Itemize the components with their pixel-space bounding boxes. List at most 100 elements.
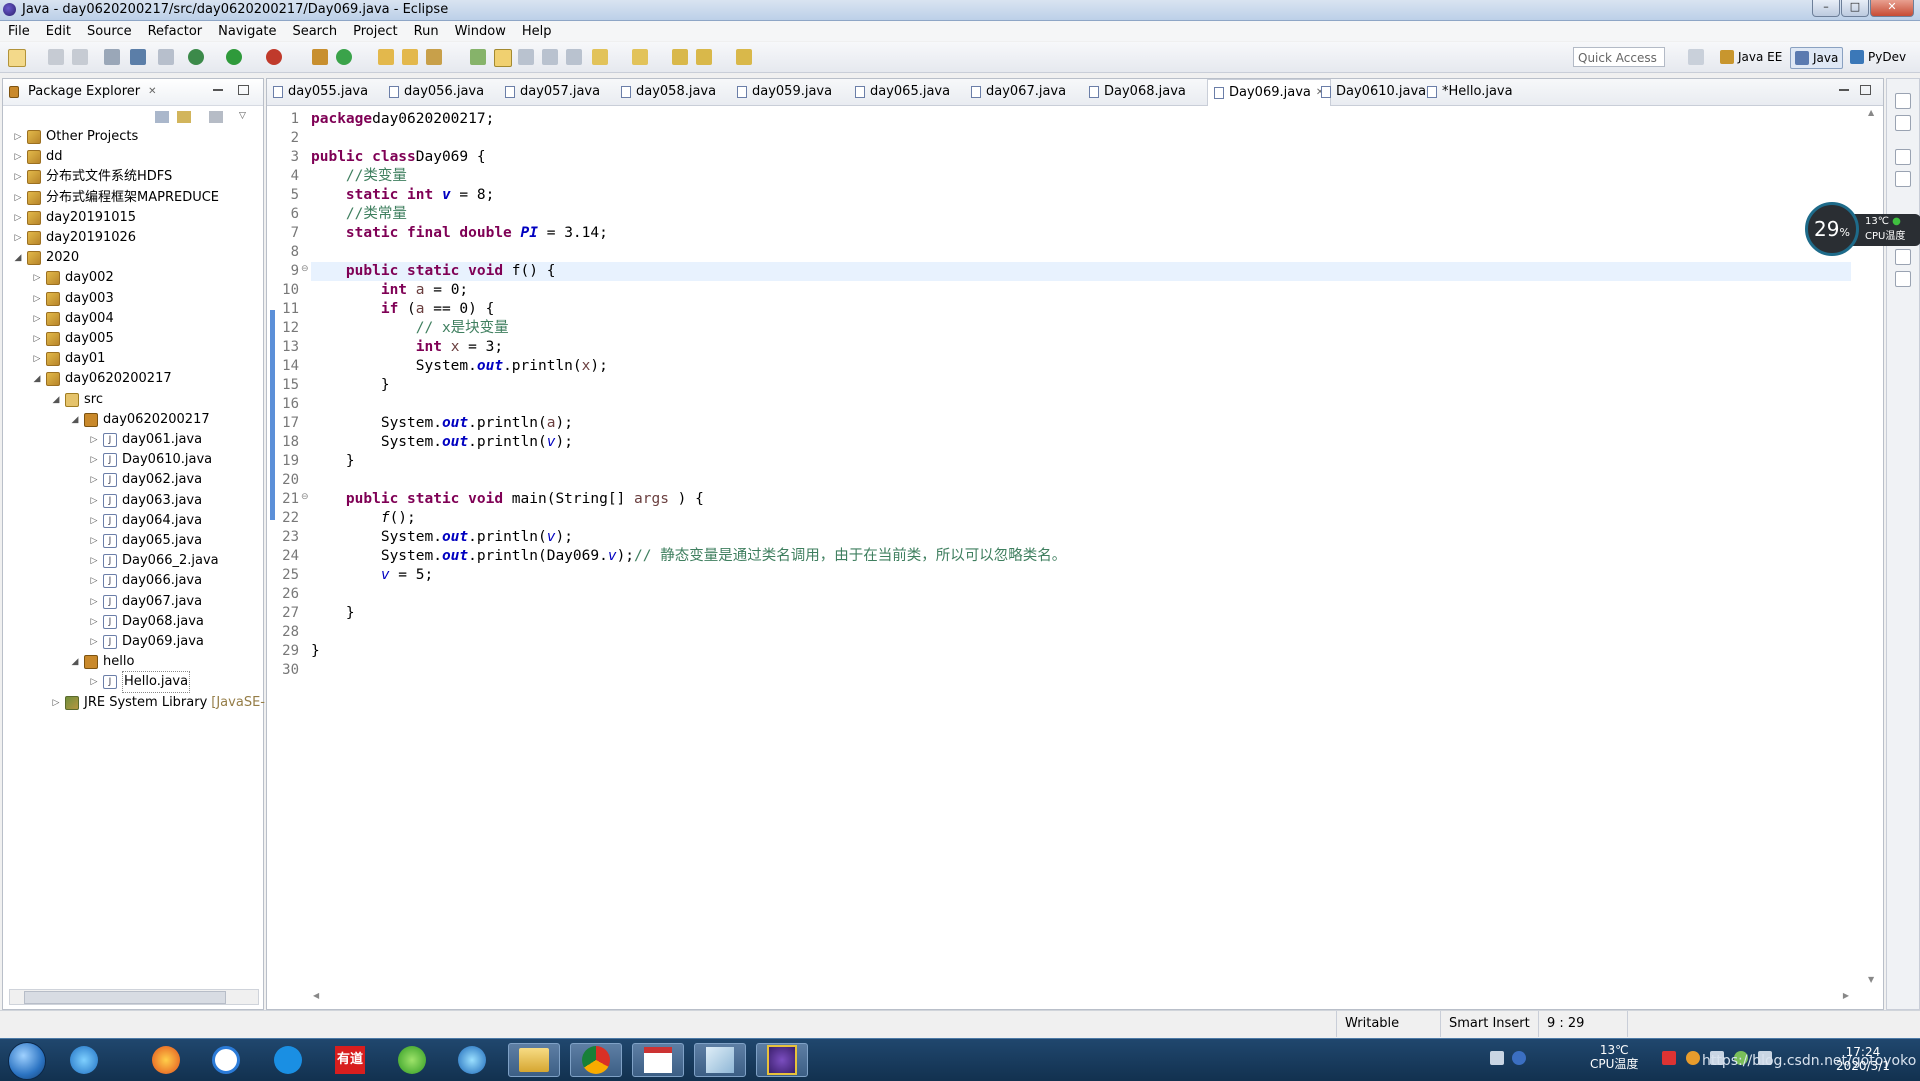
tree-item[interactable]: ▷ 分布式编程框架MAPREDUCE xyxy=(13,188,219,208)
word-wrap-icon[interactable] xyxy=(518,49,534,65)
tree-expand-icon[interactable]: ▷ xyxy=(32,329,42,349)
tree-expand-icon[interactable]: ▷ xyxy=(13,147,23,167)
close-tab-icon[interactable]: ✕ xyxy=(148,86,156,97)
new-java-project-icon[interactable] xyxy=(312,49,328,65)
tree-item[interactable]: ▷ day004 xyxy=(32,309,114,329)
outline-icon[interactable] xyxy=(1895,171,1911,187)
next-annotation-icon[interactable] xyxy=(592,49,608,65)
tree-expand-icon[interactable]: ▷ xyxy=(32,268,42,288)
insert-mode-status[interactable]: Smart Insert xyxy=(1440,1011,1539,1037)
editor-tab[interactable]: day059.java xyxy=(737,79,832,105)
taskbar-firefox-icon[interactable] xyxy=(140,1043,192,1077)
external-tools-icon[interactable] xyxy=(266,49,282,65)
window-title-bar[interactable]: Java - day0620200217/src/day0620200217/D… xyxy=(0,0,1920,21)
tree-expand-icon[interactable]: ▷ xyxy=(89,430,99,450)
minimize-panel-icon[interactable] xyxy=(213,89,223,91)
tree-expand-icon[interactable]: ▷ xyxy=(89,531,99,551)
tree-item[interactable]: ▷ Jday065.java xyxy=(89,531,202,551)
task-list-icon[interactable] xyxy=(1895,115,1911,131)
taskbar-chrome-icon[interactable] xyxy=(570,1043,622,1077)
minimize-editor-icon[interactable] xyxy=(1839,89,1849,91)
tree-item[interactable]: ◢ 2020 xyxy=(13,248,79,268)
maximize-editor-icon[interactable] xyxy=(1860,85,1871,95)
tree-collapse-icon[interactable]: ◢ xyxy=(32,369,42,389)
tree-item[interactable]: ▷ J Day066_2.java xyxy=(89,551,219,571)
menu-run[interactable]: Run xyxy=(406,24,447,39)
taskbar-ie2-icon[interactable] xyxy=(446,1043,498,1077)
new-icon[interactable] xyxy=(8,49,26,67)
taskbar-youdao-icon[interactable]: 有道 xyxy=(324,1043,376,1077)
tree-item[interactable]: ◢ day0620200217 xyxy=(70,410,210,430)
taskbar-baidu-netdisk-icon[interactable] xyxy=(200,1043,252,1077)
taskbar-notes-icon[interactable] xyxy=(694,1043,746,1077)
tree-item[interactable]: ▷ Jday062.java xyxy=(89,470,202,490)
restore-outline-icon[interactable] xyxy=(1895,149,1911,165)
editor-tab[interactable]: day056.java xyxy=(389,79,484,105)
tree-item[interactable]: ▷ Jday064.java xyxy=(89,511,202,531)
save-all-icon[interactable] xyxy=(72,49,88,65)
menu-window[interactable]: Window xyxy=(447,24,514,39)
tray-calendar-icon[interactable] xyxy=(1662,1051,1676,1065)
last-edit-icon[interactable] xyxy=(672,49,688,65)
open-folder-icon[interactable] xyxy=(402,49,418,65)
editor-tab[interactable]: Day068.java xyxy=(1089,79,1186,105)
run-icon[interactable] xyxy=(226,49,242,65)
code-area[interactable]: packageday0620200217; public classDay069 … xyxy=(311,106,1851,986)
maximize-button[interactable]: □ xyxy=(1841,0,1869,17)
block-selection-icon[interactable] xyxy=(542,49,558,65)
tree-expand-icon[interactable]: ▷ xyxy=(89,511,99,531)
tree-expand-icon[interactable]: ▷ xyxy=(89,672,99,692)
debug-icon[interactable] xyxy=(188,49,204,65)
menu-project[interactable]: Project xyxy=(345,24,405,39)
tree-expand-icon[interactable]: ▷ xyxy=(13,188,23,208)
tray-user-icon[interactable] xyxy=(1686,1051,1700,1065)
tree-expand-icon[interactable]: ▷ xyxy=(13,167,23,187)
tree-item[interactable]: ▷ day003 xyxy=(32,289,114,309)
maximize-panel-icon[interactable] xyxy=(238,85,249,95)
editor-tab[interactable]: day055.java xyxy=(273,79,368,105)
editor-tab[interactable]: day067.java xyxy=(971,79,1066,105)
tree-item[interactable]: ▷ Jday067.java xyxy=(89,592,202,612)
tree-item[interactable]: ◢ hello xyxy=(70,652,134,672)
menu-file[interactable]: File xyxy=(0,24,38,39)
fold-toggle-icon[interactable]: ⊖ xyxy=(301,264,309,274)
taskbar-ie-icon[interactable] xyxy=(58,1043,110,1077)
open-perspective-icon[interactable] xyxy=(1688,49,1704,65)
editor-tab[interactable]: Day069.java✕ xyxy=(1207,79,1332,106)
tree-expand-icon[interactable]: ▷ xyxy=(89,450,99,470)
tree-item[interactable]: ▷ Other Projects xyxy=(13,127,138,147)
cpu-monitor-widget[interactable]: 13℃ ● CPU温度 29% xyxy=(1805,202,1920,258)
tree-expand-icon[interactable]: ▷ xyxy=(89,632,99,652)
tree-expand-icon[interactable]: ▷ xyxy=(89,491,99,511)
tree-item[interactable]: ▷ day20191026 xyxy=(13,228,136,248)
editor-tab[interactable]: day065.java xyxy=(855,79,950,105)
start-button[interactable] xyxy=(8,1042,46,1080)
tree-collapse-icon[interactable]: ◢ xyxy=(51,390,61,410)
taskbar-calendar-icon[interactable] xyxy=(632,1043,684,1077)
editor-tab[interactable]: day057.java xyxy=(505,79,600,105)
tree-collapse-icon[interactable]: ◢ xyxy=(13,248,23,268)
menu-refactor[interactable]: Refactor xyxy=(140,24,211,39)
editor-horizontal-scrollbar[interactable]: ◀ ▶ xyxy=(311,991,1851,1005)
tree-item[interactable]: ▷ 分布式文件系统HDFS xyxy=(13,167,172,187)
view-menu-icon[interactable]: ▽ xyxy=(239,111,246,121)
show-whitespace-icon[interactable] xyxy=(566,49,582,65)
collapse-all-icon[interactable] xyxy=(155,111,169,123)
tree-item[interactable]: ▷ J Day0610.java xyxy=(89,450,212,470)
tree-expand-icon[interactable]: ▷ xyxy=(89,551,99,571)
link-with-editor-icon[interactable] xyxy=(177,111,191,123)
terminal-icon[interactable] xyxy=(130,49,146,65)
tree-expand-icon[interactable]: ▷ xyxy=(32,309,42,329)
declaration-icon[interactable] xyxy=(1895,271,1911,287)
tree-expand-icon[interactable]: ▷ xyxy=(89,470,99,490)
taskbar-eclipse-icon[interactable] xyxy=(756,1043,808,1077)
tree-item[interactable]: ▷ Jday066.java xyxy=(89,571,202,591)
tree-expand-icon[interactable]: ▷ xyxy=(13,228,23,248)
tree-item[interactable]: ▷ day20191015 xyxy=(13,208,136,228)
tree-item[interactable]: ▷ Jday063.java xyxy=(89,491,202,511)
annotation-icon[interactable] xyxy=(470,49,486,65)
tree-expand-icon[interactable]: ▷ xyxy=(32,349,42,369)
editor-tab[interactable]: Day0610.java xyxy=(1321,79,1426,105)
forward-icon[interactable] xyxy=(736,49,752,65)
tree-item[interactable]: ◢ day0620200217 xyxy=(32,369,172,389)
